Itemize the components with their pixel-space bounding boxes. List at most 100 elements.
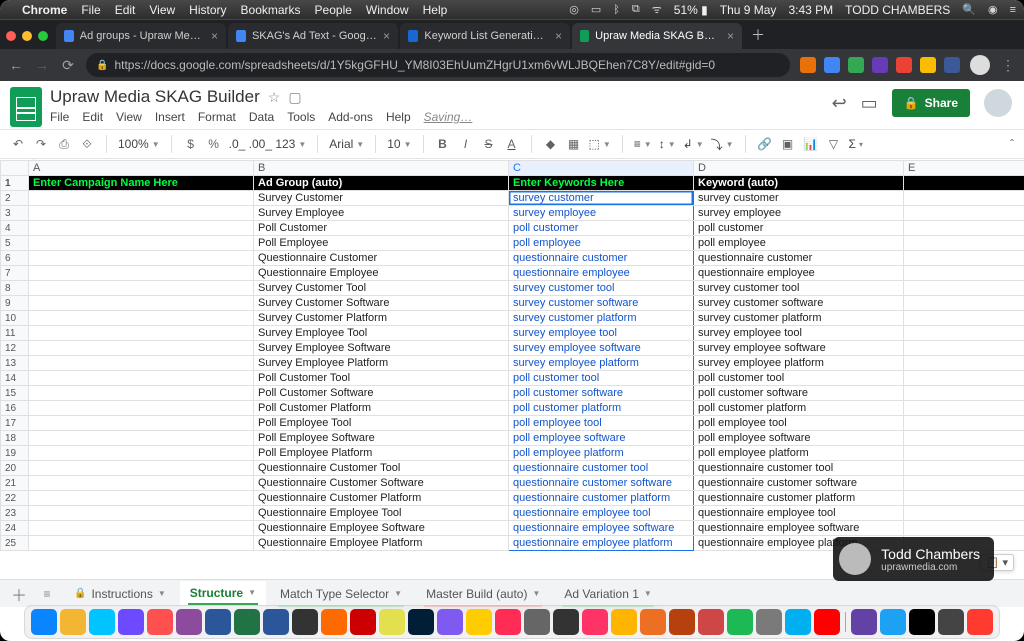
cell[interactable]: questionnaire employee tool: [694, 506, 904, 521]
dropbox-icon[interactable]: ⧉: [632, 3, 640, 16]
move-folder-icon[interactable]: ▢: [288, 89, 301, 106]
cell[interactable]: questionnaire customer: [694, 251, 904, 266]
cell[interactable]: [29, 266, 254, 281]
cell[interactable]: questionnaire employee: [509, 266, 694, 281]
cell[interactable]: [29, 221, 254, 236]
menu-format[interactable]: Format: [198, 110, 236, 124]
bluetooth-icon[interactable]: ᛒ: [613, 4, 620, 16]
dock-app-icon[interactable]: [909, 609, 935, 635]
dock-app-icon[interactable]: [582, 609, 608, 635]
cell[interactable]: Survey Customer Platform: [254, 311, 509, 326]
col-header-d[interactable]: D: [694, 161, 904, 176]
dock-app-icon[interactable]: [321, 609, 347, 635]
profile-avatar[interactable]: [970, 55, 990, 75]
dock-app-icon[interactable]: [205, 609, 231, 635]
redo-button[interactable]: ↷: [33, 137, 49, 151]
cell[interactable]: survey employee tool: [694, 326, 904, 341]
cell[interactable]: survey employee: [509, 206, 694, 221]
col-header-c[interactable]: C: [509, 161, 694, 176]
dock-app-icon[interactable]: [669, 609, 695, 635]
cell[interactable]: [29, 461, 254, 476]
v-align-button[interactable]: ↕▼: [659, 137, 676, 151]
cell[interactable]: questionnaire employee platform: [509, 536, 694, 551]
mac-menu-window[interactable]: Window: [366, 3, 409, 17]
cell[interactable]: survey employee tool: [509, 326, 694, 341]
cell[interactable]: Poll Customer Software: [254, 386, 509, 401]
cell[interactable]: survey employee: [694, 206, 904, 221]
cell[interactable]: [29, 326, 254, 341]
menu-help[interactable]: Help: [386, 110, 411, 124]
cell[interactable]: poll customer software: [694, 386, 904, 401]
dock-app-icon[interactable]: [263, 609, 289, 635]
cell[interactable]: Survey Customer Software: [254, 296, 509, 311]
browser-tab[interactable]: Upraw Media SKAG Builder - G… ×: [572, 23, 742, 49]
zoom-select[interactable]: 100%▼: [118, 137, 160, 151]
account-avatar[interactable]: [984, 89, 1012, 117]
cell[interactable]: poll employee platform: [509, 446, 694, 461]
cell[interactable]: questionnaire customer software: [509, 476, 694, 491]
dock-app-icon[interactable]: [234, 609, 260, 635]
row-header[interactable]: 9: [1, 296, 29, 311]
all-sheets-button[interactable]: ≡: [36, 587, 58, 601]
cell[interactable]: survey customer software: [509, 296, 694, 311]
cell[interactable]: Poll Customer: [254, 221, 509, 236]
mac-menu-people[interactable]: People: [315, 3, 352, 17]
battery-status[interactable]: 51% ▮: [674, 3, 708, 17]
row-header[interactable]: 20: [1, 461, 29, 476]
row-header[interactable]: 6: [1, 251, 29, 266]
date-status[interactable]: Thu 9 May: [720, 3, 777, 17]
cell[interactable]: Enter Campaign Name Here: [29, 176, 254, 191]
cell[interactable]: [904, 416, 1024, 431]
cell[interactable]: [904, 446, 1024, 461]
cell[interactable]: survey employee platform: [509, 356, 694, 371]
fill-color-button[interactable]: ◆: [543, 137, 559, 151]
cell[interactable]: [904, 191, 1024, 206]
row-header[interactable]: 18: [1, 431, 29, 446]
dock-app-icon[interactable]: [553, 609, 579, 635]
new-tab-button[interactable]: ＋: [748, 25, 768, 45]
strike-button[interactable]: S: [481, 137, 497, 151]
rotate-button[interactable]: ⤵▼: [711, 136, 734, 153]
cell[interactable]: [29, 431, 254, 446]
cell[interactable]: survey customer tool: [509, 281, 694, 296]
cell[interactable]: [904, 266, 1024, 281]
row-header[interactable]: 10: [1, 311, 29, 326]
cell[interactable]: Survey Employee Tool: [254, 326, 509, 341]
cell[interactable]: survey customer: [509, 191, 694, 206]
mac-menu-edit[interactable]: Edit: [115, 3, 136, 17]
extension-icon[interactable]: [896, 57, 912, 73]
cell[interactable]: [29, 521, 254, 536]
siri-icon[interactable]: ◉: [988, 3, 998, 16]
col-header-b[interactable]: B: [254, 161, 509, 176]
font-select[interactable]: Arial▼: [329, 137, 364, 151]
cell[interactable]: survey employee software: [694, 341, 904, 356]
extension-icon[interactable]: [848, 57, 864, 73]
menu-tools[interactable]: Tools: [287, 110, 315, 124]
cell[interactable]: poll employee software: [509, 431, 694, 446]
cell[interactable]: questionnaire employee: [694, 266, 904, 281]
mac-menu-history[interactable]: History: [189, 3, 226, 17]
cell[interactable]: poll employee platform: [694, 446, 904, 461]
row-header[interactable]: 12: [1, 341, 29, 356]
cell[interactable]: [904, 476, 1024, 491]
browser-tab[interactable]: Keyword List Generation Tool ×: [400, 23, 570, 49]
minimize-window-button[interactable]: [22, 31, 32, 41]
sheet-tab[interactable]: Ad Variation 1▼: [554, 581, 661, 607]
cell[interactable]: survey customer: [694, 191, 904, 206]
mac-app-name[interactable]: Chrome: [22, 3, 67, 17]
row-header[interactable]: 17: [1, 416, 29, 431]
cell[interactable]: poll customer: [509, 221, 694, 236]
borders-button[interactable]: ▦: [566, 137, 582, 151]
mac-menu-file[interactable]: File: [81, 3, 100, 17]
star-icon[interactable]: ☆: [268, 89, 281, 106]
cell[interactable]: [29, 356, 254, 371]
dock-app-icon[interactable]: [938, 609, 964, 635]
cell[interactable]: questionnaire employee software: [509, 521, 694, 536]
dock-app-icon[interactable]: [640, 609, 666, 635]
cell[interactable]: [29, 281, 254, 296]
col-header-a[interactable]: A: [29, 161, 254, 176]
cell[interactable]: poll customer: [694, 221, 904, 236]
row-header[interactable]: 1: [1, 176, 29, 191]
sheet-tab[interactable]: Structure▼: [180, 581, 266, 607]
dock-app-icon[interactable]: [176, 609, 202, 635]
